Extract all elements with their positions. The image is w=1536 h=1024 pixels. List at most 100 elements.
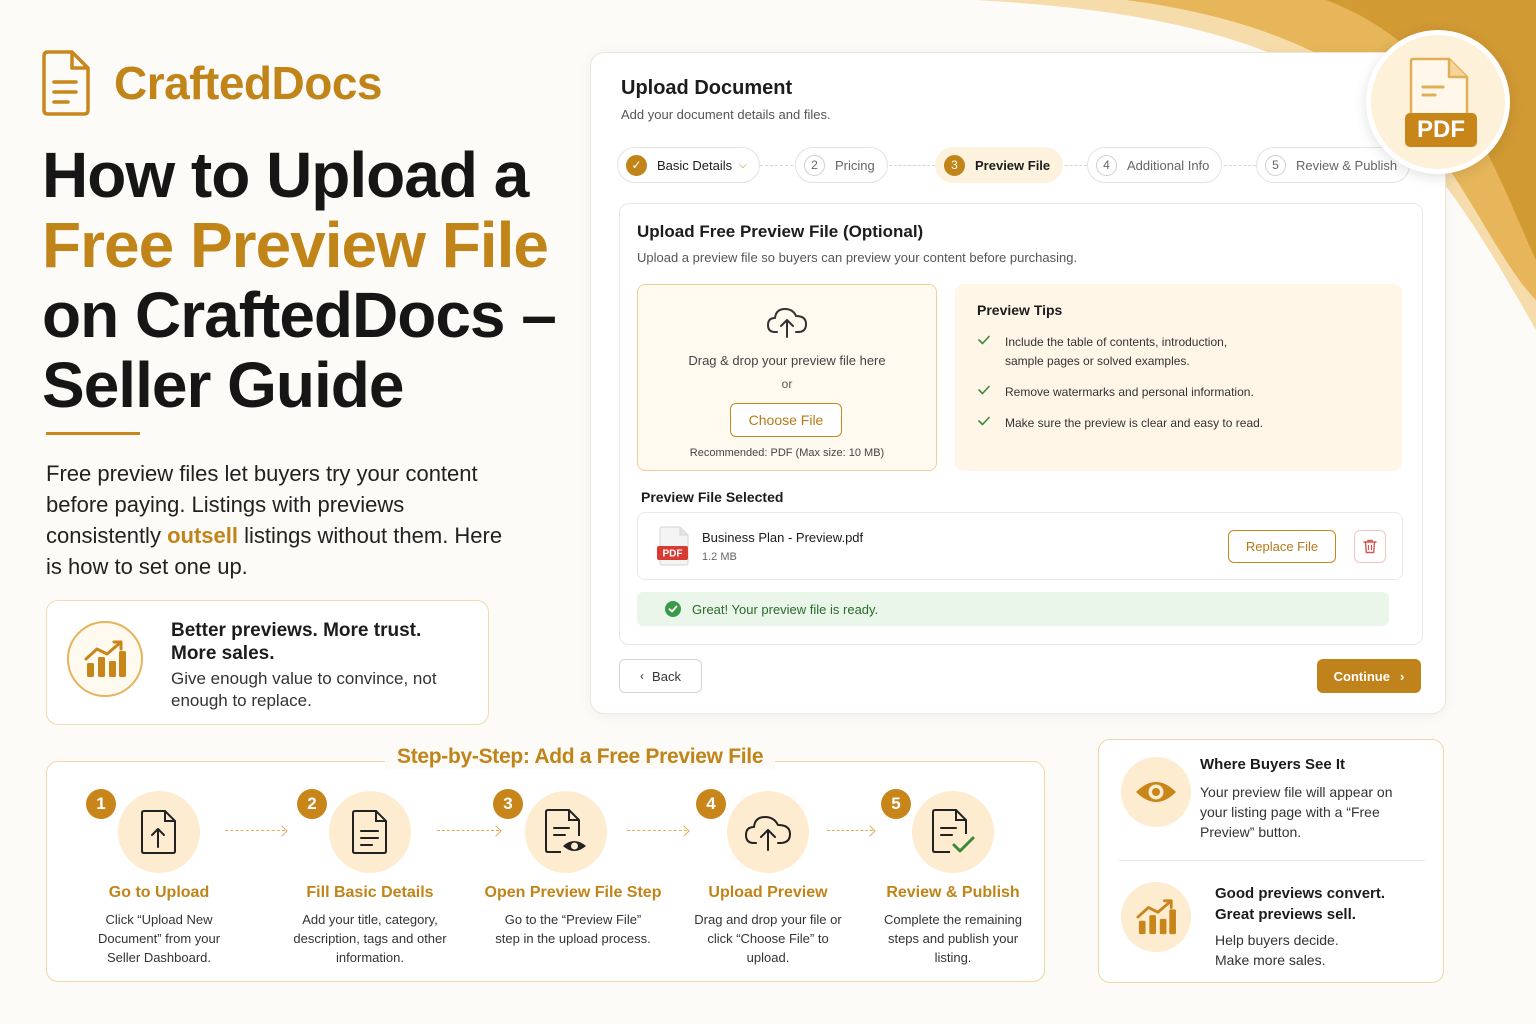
where-heading: Where Buyers See It xyxy=(1200,756,1346,773)
title-line-1: How to Upload a xyxy=(42,139,529,211)
growth-chart-icon xyxy=(1121,882,1191,952)
tips-heading: Preview Tips xyxy=(977,302,1063,318)
step-number: 4 xyxy=(1096,154,1117,176)
cloud-upload-icon xyxy=(727,791,809,873)
choose-file-button[interactable]: Choose File xyxy=(730,403,842,437)
page-title: How to Upload a Free Preview File on Cra… xyxy=(42,140,602,420)
cloud-upload-icon xyxy=(767,308,807,338)
dropzone-text: Drag & drop your preview file here xyxy=(688,353,886,368)
step-label: Basic Details xyxy=(657,157,733,173)
trust-callout: Better previews. More trust. More sales.… xyxy=(46,600,489,725)
trust-text: Give enough value to convince, not enoug… xyxy=(171,669,437,710)
title-line-2: Free Preview File xyxy=(42,209,549,281)
step-pricing[interactable]: 2 Pricing xyxy=(795,147,888,183)
guide-step-3: 3 Open Preview File Step Go to the “Prev… xyxy=(473,762,673,982)
step-number: 3 xyxy=(944,154,965,176)
preview-tips: Preview Tips Include the table of conten… xyxy=(955,284,1402,471)
intro-highlight: outsell xyxy=(167,523,238,548)
chevron-left-icon: ‹ xyxy=(640,669,645,683)
pdf-file-label: PDF xyxy=(663,549,683,560)
upload-stepper: ✓ Basic Details ⌵ 2 Pricing 3 Preview Fi… xyxy=(617,145,1427,185)
title-line-4: Seller Guide xyxy=(42,349,404,421)
step-description: Add your title, category, description, t… xyxy=(293,912,447,965)
file-preview-icon xyxy=(525,791,607,873)
chevron-right-icon: › xyxy=(1399,668,1405,684)
step-guide-title: Step-by-Step: Add a Free Preview File xyxy=(385,745,776,769)
dropzone-or: or xyxy=(781,377,793,391)
tip-text: Remove watermarks and personal informati… xyxy=(1005,385,1254,399)
recommended-format: Recommended: PDF (Max size: 10 MB) xyxy=(689,447,885,459)
step-number-badge: 2 xyxy=(297,789,327,819)
step-number-badge: 4 xyxy=(696,789,726,819)
step-title: Review & Publish xyxy=(886,884,1020,901)
replace-file-button[interactable]: Replace File xyxy=(1228,530,1336,563)
success-text: Great! Your preview file is ready. xyxy=(692,601,879,617)
where-text: Your preview file will appear on your li… xyxy=(1200,784,1393,840)
divider xyxy=(1119,860,1425,861)
step-description: Click “Upload New Document” from your Se… xyxy=(97,912,221,965)
back-label: Back xyxy=(652,668,681,684)
card-subtitle: Upload a preview file so buyers can prev… xyxy=(637,250,1078,265)
brand-logo: CraftedDocs xyxy=(40,50,383,116)
pdf-badge: PDF xyxy=(1366,30,1510,174)
step-title: Fill Basic Details xyxy=(306,884,434,901)
tip-text: Make sure the preview is clear and easy … xyxy=(1005,416,1264,430)
card-title: Upload Free Preview File (Optional) xyxy=(637,222,924,241)
file-size: 1.2 MB xyxy=(702,551,737,563)
step-guide: 1 Go to Upload Click “Upload New Documen… xyxy=(46,761,1045,982)
step-number-badge: 1 xyxy=(86,789,116,819)
continue-button[interactable]: Continue › xyxy=(1317,659,1421,693)
growth-chart-icon xyxy=(67,621,143,697)
step-title: Go to Upload xyxy=(108,884,210,901)
title-divider xyxy=(46,432,140,435)
eye-icon xyxy=(1121,757,1191,827)
file-dropzone[interactable]: Drag & drop your preview file here or Ch… xyxy=(637,284,937,471)
document-icon xyxy=(329,791,411,873)
file-check-icon xyxy=(912,791,994,873)
tip-item: Make sure the preview is clear and easy … xyxy=(977,414,1377,434)
step-number-badge: 5 xyxy=(881,789,911,819)
tip-item: Include the table of contents, introduct… xyxy=(977,333,1377,371)
pdf-file-icon: PDF xyxy=(657,526,689,566)
guide-step-1: 1 Go to Upload Click “Upload New Documen… xyxy=(59,762,259,982)
step-title: Open Preview File Step xyxy=(484,884,662,901)
check-icon xyxy=(977,414,1005,434)
guide-step-4: 4 Upload Preview Drag and drop your file… xyxy=(668,762,868,982)
stepper-connector xyxy=(889,165,935,166)
intro-text: Free preview files let buyers try your c… xyxy=(46,458,516,582)
selected-file-row: PDF Business Plan - Preview.pdf 1.2 MB R… xyxy=(637,512,1403,580)
preview-upload-card: Upload Free Preview File (Optional) Uplo… xyxy=(619,203,1423,645)
guide-step-5: 5 Review & Publish Complete the remainin… xyxy=(853,762,1053,982)
check-icon xyxy=(977,383,1005,403)
step-description: Go to the “Preview File” step in the upl… xyxy=(495,912,651,946)
check-icon xyxy=(977,333,1005,371)
tip-text: Include the table of contents, introduct… xyxy=(1005,335,1228,368)
step-label: Pricing xyxy=(835,157,875,173)
tip-item: Remove watermarks and personal informati… xyxy=(977,383,1377,403)
pdf-badge-label: PDF xyxy=(1405,113,1477,147)
step-number-badge: 3 xyxy=(493,789,523,819)
document-logo-icon xyxy=(42,50,90,116)
upload-subtitle: Add your document details and files. xyxy=(621,107,831,122)
where-heading-2: Good previews convert. Great previews se… xyxy=(1215,885,1386,923)
back-button[interactable]: ‹ Back xyxy=(619,659,702,693)
step-additional-info[interactable]: 4 Additional Info xyxy=(1087,147,1223,183)
title-line-3: on CraftedDocs – xyxy=(42,279,557,351)
brand-name: CraftedDocs xyxy=(114,57,383,109)
trash-icon xyxy=(1363,539,1377,554)
step-label: Additional Info xyxy=(1127,157,1210,173)
delete-file-button[interactable] xyxy=(1354,530,1386,563)
continue-label: Continue xyxy=(1333,668,1390,684)
success-message: Great! Your preview file is ready. xyxy=(637,592,1389,626)
guide-step-2: 2 Fill Basic Details Add your title, cat… xyxy=(270,762,470,982)
step-preview-file[interactable]: 3 Preview File xyxy=(935,147,1064,183)
stepper-connector xyxy=(755,165,793,166)
step-number: 5 xyxy=(1265,154,1286,176)
where-text-2: Help buyers decide. Make more sales. xyxy=(1215,932,1339,968)
file-upload-icon xyxy=(118,791,200,873)
chevron-down-icon: ⌵ xyxy=(739,159,747,171)
upload-title: Upload Document xyxy=(621,77,793,99)
step-basic-details[interactable]: ✓ Basic Details ⌵ xyxy=(617,147,760,183)
step-label: Review & Publish xyxy=(1296,157,1398,173)
selected-heading: Preview File Selected xyxy=(641,489,784,505)
